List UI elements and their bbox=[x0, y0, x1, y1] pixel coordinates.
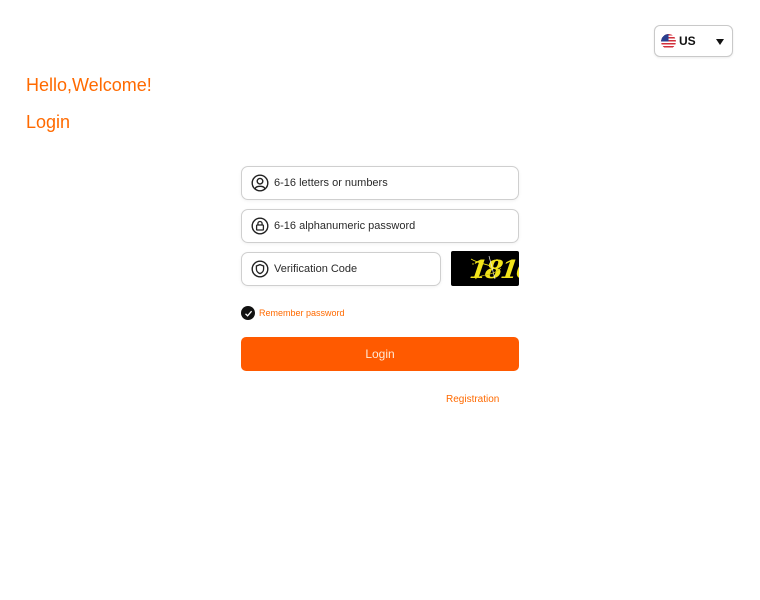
language-selector[interactable]: US bbox=[654, 25, 733, 57]
login-button[interactable]: Login bbox=[241, 337, 519, 371]
welcome-heading: Hello,Welcome! bbox=[26, 75, 152, 95]
captcha-image[interactable]: 1816 bbox=[451, 251, 519, 286]
verification-code-field[interactable] bbox=[241, 252, 441, 286]
registration-link[interactable]: Registration bbox=[446, 394, 499, 405]
us-flag-icon bbox=[661, 33, 676, 49]
caret-down-icon bbox=[716, 39, 724, 45]
language-label: US bbox=[679, 34, 696, 48]
username-input[interactable] bbox=[274, 177, 494, 189]
remember-password-label: Remember password bbox=[259, 308, 345, 318]
password-field[interactable] bbox=[241, 209, 519, 243]
username-field[interactable] bbox=[241, 166, 519, 200]
remember-checkbox[interactable] bbox=[241, 306, 255, 320]
check-icon bbox=[244, 310, 252, 317]
password-input[interactable] bbox=[274, 220, 494, 232]
login-heading: Login bbox=[26, 112, 71, 132]
shield-icon bbox=[251, 260, 269, 278]
login-page: US Hello,Welcome! Login 1816 bbox=[0, 0, 760, 600]
lock-icon bbox=[251, 217, 269, 235]
verification-code-input[interactable] bbox=[274, 263, 424, 275]
captcha-noise bbox=[470, 255, 502, 280]
user-icon bbox=[251, 174, 269, 192]
remember-password-option[interactable]: Remember password bbox=[241, 306, 345, 320]
